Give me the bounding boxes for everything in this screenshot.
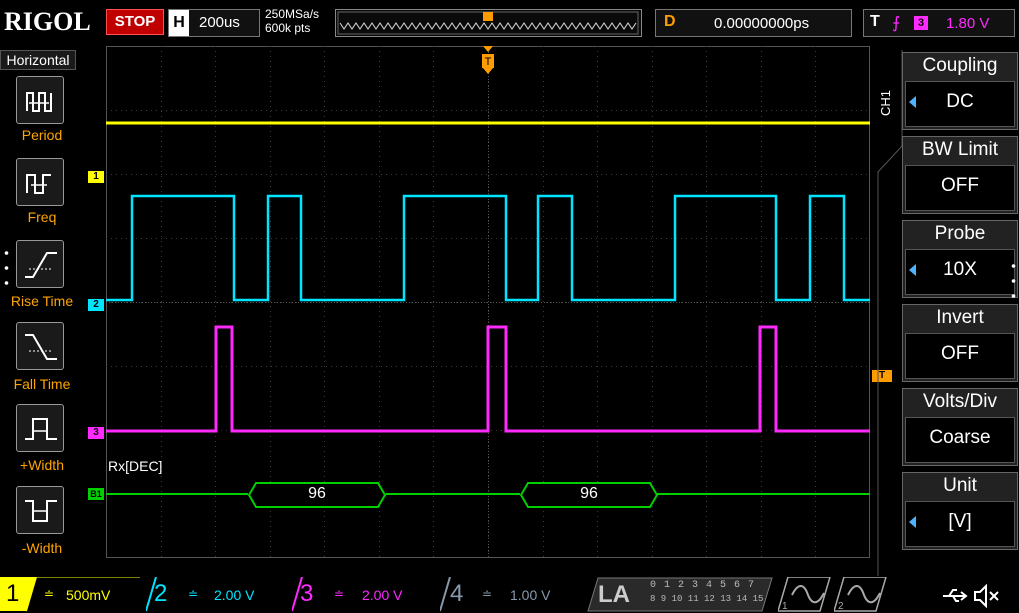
decoded-value: 96 (580, 485, 598, 502)
dc-coupling-icon: ≐ (44, 587, 55, 601)
ch2-status[interactable]: 2 ≐ 2.00 V (146, 577, 286, 612)
delay-key: D (664, 13, 676, 30)
ch4-scale: 1.00 V (510, 587, 551, 603)
acquisition-info: 250MSa/s 600k pts (265, 7, 319, 35)
volts-div-value: Coarse (929, 427, 991, 448)
trigger-display[interactable]: T ⨍ 3 1.80 V (863, 9, 1015, 37)
math1-status[interactable]: 1 (778, 577, 832, 612)
top-status-bar: RIGOL STOP H 200us 250MSa/s 600k pts D 0… (0, 0, 1019, 46)
rise-time-button[interactable] (16, 240, 64, 288)
rising-edge-icon: ⨍ (892, 15, 901, 32)
ch3-scale: 2.00 V (362, 587, 403, 603)
fall-time-icon (25, 334, 57, 360)
dc-coupling-icon: ≐ (482, 587, 493, 601)
delay-display[interactable]: D 0.00000000ps (655, 9, 852, 37)
coupling-title: Coupling (922, 55, 998, 76)
ch2-number: 2 (154, 580, 168, 607)
ch4-number: 4 (450, 580, 464, 607)
negative-width-icon (25, 500, 57, 522)
ch1-status[interactable]: 1 ≐ 500mV (0, 577, 140, 612)
decoded-packet[interactable]: 96 (248, 482, 386, 508)
brand-logo: RIGOL (4, 7, 91, 36)
trigger-source: 3 (914, 16, 928, 30)
horizontal-timebase[interactable]: H 200us (168, 9, 260, 37)
positive-width-button[interactable] (16, 404, 64, 452)
positive-width-icon (25, 418, 57, 440)
freq-icon (26, 174, 51, 194)
memory-trigger-marker (483, 12, 493, 21)
memory-overview-bar (335, 9, 642, 37)
ch1-scale: 500mV (66, 587, 111, 603)
invert-title: Invert (936, 307, 984, 328)
freq-label: Freq (27, 209, 57, 225)
trigger-level: 1.80 V (946, 15, 990, 32)
decoded-packet[interactable]: 96 (520, 482, 658, 508)
period-button[interactable] (16, 76, 64, 124)
coupling-menu-item[interactable]: Coupling DC (902, 52, 1018, 130)
logic-analyzer-status[interactable]: LA 0 1 2 3 4 5 6 7 8 9 10 11 12 13 14 15 (586, 577, 776, 612)
mute-icon[interactable] (972, 577, 1002, 611)
rise-time-label: Rise Time (10, 293, 74, 309)
math2-status[interactable]: 2 (834, 577, 888, 612)
coupling-value: DC (946, 91, 974, 112)
svg-text:1: 1 (782, 601, 788, 612)
la-channels-row2: 8 9 10 11 12 13 14 15 (650, 594, 764, 604)
probe-value: 10X (943, 259, 977, 280)
rise-time-icon (25, 252, 57, 278)
trigger-pos-letter: T (485, 56, 492, 68)
positive-width-label: +Width (20, 457, 64, 473)
delay-value: 0.00000000ps (714, 15, 810, 32)
volts-div-menu-item[interactable]: Volts/Div Coarse (902, 388, 1018, 466)
measurement-panel-title: Horizontal (0, 50, 76, 70)
trigger-key: T (870, 13, 880, 30)
unit-title: Unit (943, 475, 977, 496)
memory-waveform-preview (339, 22, 637, 30)
negative-width-button[interactable] (16, 486, 64, 534)
unit-value: [V] (948, 511, 972, 532)
volts-div-title: Volts/Div (923, 391, 997, 412)
dc-coupling-icon: ≐ (334, 587, 345, 601)
bw-limit-menu-item[interactable]: BW Limit OFF (902, 136, 1018, 214)
svg-text:2: 2 (838, 601, 844, 612)
scroll-dots-left (4, 250, 9, 290)
timebase-value: 200us (199, 14, 240, 31)
bus-marker[interactable]: B1 (88, 488, 104, 500)
run-stop-indicator[interactable]: STOP (106, 9, 164, 35)
invert-value: OFF (941, 343, 979, 364)
decoded-value: 96 (308, 485, 326, 502)
ch2-scale: 2.00 V (214, 587, 255, 603)
period-icon (26, 92, 52, 112)
ch3-offset-marker[interactable]: 3 (88, 427, 104, 439)
usb-icon (940, 577, 970, 611)
horizontal-key: H (169, 10, 189, 36)
la-label: LA (598, 581, 630, 608)
channel-tag: CH1 (878, 89, 893, 116)
ch1-number: 1 (6, 580, 20, 607)
ch1-offset-marker[interactable]: 1 (88, 171, 104, 183)
ch3-status[interactable]: 3 ≐ 2.00 V (292, 577, 432, 612)
ch2-offset-marker[interactable]: 2 (88, 299, 104, 311)
trigger-position-marker[interactable]: T (481, 46, 495, 74)
dc-coupling-icon: ≐ (188, 587, 199, 601)
period-label: Period (21, 127, 63, 143)
waveform-display[interactable] (106, 46, 870, 558)
freq-button[interactable] (16, 158, 64, 206)
la-channels-row1: 0 1 2 3 4 5 6 7 (650, 580, 756, 591)
probe-menu-item[interactable]: Probe 10X (902, 220, 1018, 298)
negative-width-label: -Width (21, 540, 63, 556)
memory-depth: 600k pts (265, 21, 311, 35)
unit-menu-item[interactable]: Unit [V] (902, 472, 1018, 550)
ch4-status[interactable]: 4 ≐ 1.00 V (440, 577, 580, 612)
probe-title: Probe (934, 223, 986, 244)
bus-label: Rx[DEC] (108, 458, 163, 474)
bw-limit-value: OFF (941, 175, 979, 196)
bw-limit-title: BW Limit (922, 139, 998, 160)
channel-status-bar: 1 ≐ 500mV 2 ≐ 2.00 V 3 ≐ 2.00 V 4 ≐ 1.00… (0, 577, 1019, 613)
fall-time-label: Fall Time (13, 376, 71, 392)
scroll-dots-right (1011, 263, 1016, 303)
sample-rate: 250MSa/s (265, 7, 320, 21)
fall-time-button[interactable] (16, 322, 64, 370)
invert-menu-item[interactable]: Invert OFF (902, 304, 1018, 382)
ch3-number: 3 (300, 580, 314, 607)
